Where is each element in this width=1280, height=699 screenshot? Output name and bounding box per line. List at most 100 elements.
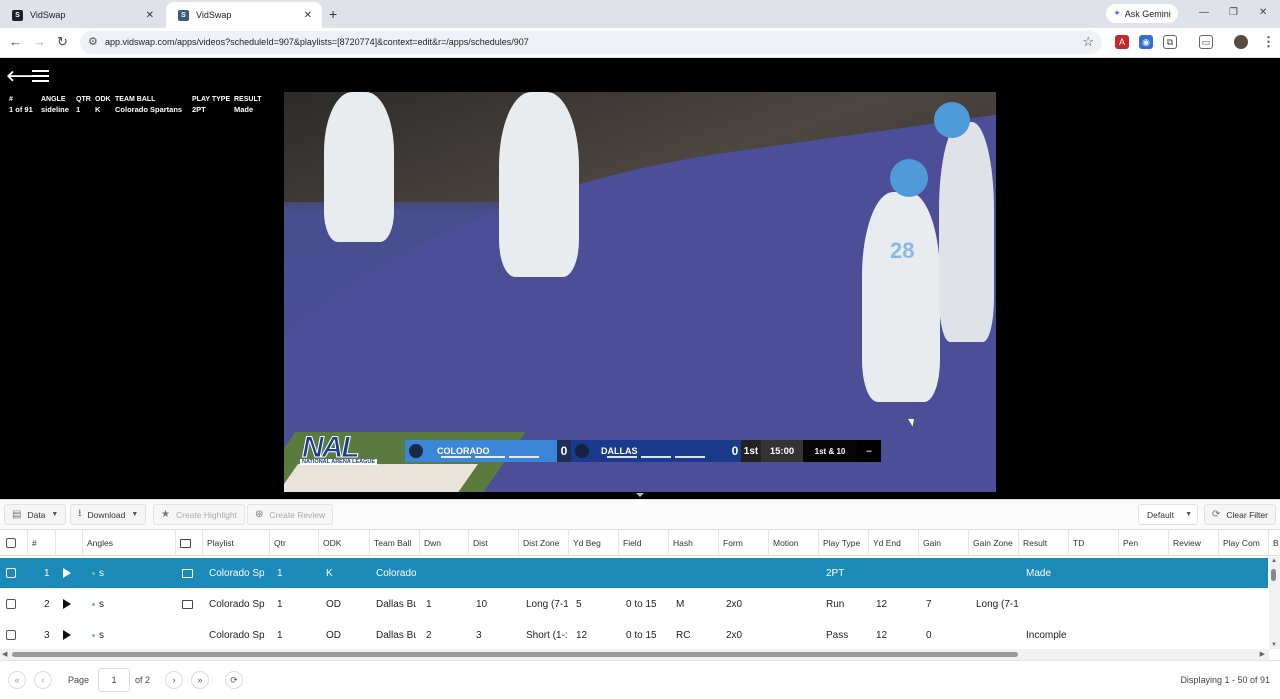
play-icon[interactable] [63,620,75,650]
browser-tab-2[interactable]: S VidSwap ✕ [166,2,322,28]
column-header-play-com[interactable]: Play Com [1218,530,1268,556]
reload-icon[interactable]: ↻ [57,34,68,50]
column-header-qtr[interactable]: Qtr [269,530,318,556]
thumbnail-image-icon[interactable] [182,558,196,588]
create-review-button[interactable]: ⊛ Create Review [247,504,334,525]
site-info-icon[interactable]: ⚙ [88,35,98,48]
new-tab-icon[interactable]: + [329,6,337,22]
column-header-team-ball[interactable]: Team Ball [369,530,419,556]
column-header-review[interactable]: Review [1168,530,1218,556]
column-header-motion[interactable]: Motion [768,530,818,556]
download-menu-button[interactable]: ⭳ Download ▼ [70,504,147,525]
minimize-icon[interactable]: — [1199,7,1209,18]
first-page-icon[interactable]: « [8,671,26,689]
column-header-play[interactable] [55,530,82,556]
scroll-up-icon[interactable]: ▲ [1271,558,1277,564]
next-page-icon[interactable]: › [165,671,183,689]
ask-gemini-button[interactable]: ✦ Ask Gemini [1106,4,1178,23]
cell-dist: 10 [476,598,488,610]
cell-odk: OD [326,598,341,610]
play-icon[interactable] [63,589,75,619]
profile-avatar[interactable] [1234,35,1248,49]
column-header-angles[interactable]: Angles [82,530,175,556]
cell-odk: OD [326,629,341,641]
column-header-yd-beg[interactable]: Yd Beg [568,530,618,556]
screen-capture-icon[interactable]: ▭ [1199,35,1213,49]
column-header-form[interactable]: Form [718,530,768,556]
play-icon[interactable] [63,558,75,588]
forward-icon[interactable]: → [33,34,46,49]
horizontal-scroll-thumb[interactable] [12,652,1018,657]
page-input[interactable]: 1 [98,668,130,692]
angle-cell[interactable]: s [92,620,122,650]
column-header-gain-zone[interactable]: Gain Zone [968,530,1018,556]
column-header-td[interactable]: TD [1068,530,1118,556]
nal-logo: NAL NATIONAL ARENA LEAGUE [300,431,378,465]
create-highlight-button[interactable]: ★ Create Highlight [153,504,245,525]
select-all-checkbox[interactable] [0,530,27,556]
panel-resize-handle[interactable] [636,493,644,497]
video-frame[interactable]: 28 NAL NATIONAL ARENA LEAGUE COLORADO 0 … [284,92,996,492]
refresh-icon[interactable]: ⟳ [225,671,243,689]
angle-cell[interactable]: s [92,589,122,619]
clear-filter-button[interactable]: ⟳ Clear Filter [1204,504,1276,525]
page-label: Page [68,675,90,685]
menu-icon[interactable] [32,70,49,82]
close-window-icon[interactable]: ✕ [1259,7,1267,18]
url-text[interactable]: app.vidswap.com/apps/videos?scheduleId=9… [105,37,529,47]
scroll-down-icon[interactable]: ▼ [1271,642,1277,648]
table-row[interactable]: 2 s Colorado Sp 1 OD Dallas Bu 1 10 Long (7-1 5 0 … [0,589,1268,619]
chevron-down-icon: ▼ [51,511,59,518]
scroll-left-icon[interactable]: ◀ [2,650,7,658]
restore-icon[interactable]: ❐ [1229,7,1238,18]
table-row[interactable]: 1 s Colorado Sp 1 K Colorado 2PT Made [0,558,1268,588]
column-header-image[interactable] [175,530,202,556]
column-header-dwn[interactable]: Dwn [419,530,468,556]
download-icon: ⭳ [78,508,82,519]
column-header-play-type[interactable]: Play Type [818,530,868,556]
cell-dwn: 1 [426,598,432,610]
vertical-scroll-thumb[interactable] [1271,569,1276,581]
column-header-result[interactable]: Result [1018,530,1068,556]
pdf-extension-icon[interactable]: A [1115,35,1129,49]
column-header-field[interactable]: Field [618,530,668,556]
column-header-gain[interactable]: Gain [918,530,968,556]
cell-motion [776,620,816,650]
browser-tab-strip: S VidSwap ✕ S VidSwap ✕ + ✦ Ask Gemini —… [0,0,1280,28]
cell-gain: 0 [926,629,932,641]
column-header-playlist[interactable]: Playlist [202,530,269,556]
column-header-pen[interactable]: Pen [1118,530,1168,556]
vertical-scrollbar[interactable]: ▲ ▼ [1269,557,1280,649]
table-row[interactable]: 3 s Colorado Sp 1 OD Dallas Bu 2 3 Short (1-: 12 0… [0,620,1268,650]
back-icon[interactable]: ← [9,34,22,49]
view-select[interactable]: Default ▼ [1138,504,1198,525]
column-header-dist-zone[interactable]: Dist Zone [518,530,568,556]
browser-menu-icon[interactable]: ⋮ [1262,34,1275,50]
scroll-right-icon[interactable]: ▶ [1260,650,1265,658]
column-header-hash[interactable]: Hash [668,530,718,556]
extension-icon[interactable]: ◉ [1139,35,1153,49]
column-header-dist[interactable]: Dist [468,530,518,556]
row-checkbox[interactable] [6,620,20,650]
row-checkbox[interactable] [6,558,20,588]
data-menu-button[interactable]: ▤ Data ▼ [4,504,67,525]
column-header-odk[interactable]: ODK [318,530,369,556]
puzzle-extensions-icon[interactable]: ⧉ [1163,35,1177,49]
row-checkbox[interactable] [6,589,20,619]
thumbnail-image-icon[interactable] [182,589,196,619]
cell-dist-zone: Long (7-1 [526,598,568,610]
bookmark-star-icon[interactable]: ☆ [1082,34,1094,50]
cell-odk: K [326,567,333,579]
column-header-yd-end[interactable]: Yd End [868,530,918,556]
close-tab-icon[interactable]: ✕ [146,10,154,21]
browser-tab-1[interactable]: S VidSwap ✕ [0,2,164,28]
column-header-num[interactable]: # [27,530,55,556]
close-tab-icon[interactable]: ✕ [304,10,312,21]
column-header-b[interactable]: B [1268,530,1280,556]
angle-cell[interactable]: s [92,558,122,588]
url-field[interactable]: ⚙ app.vidswap.com/apps/videos?scheduleId… [80,31,1102,54]
helmet [890,159,928,197]
prev-page-icon[interactable]: ‹ [34,671,52,689]
horizontal-scrollbar[interactable]: ◀ ▶ [0,649,1269,660]
last-page-icon[interactable]: » [191,671,209,689]
